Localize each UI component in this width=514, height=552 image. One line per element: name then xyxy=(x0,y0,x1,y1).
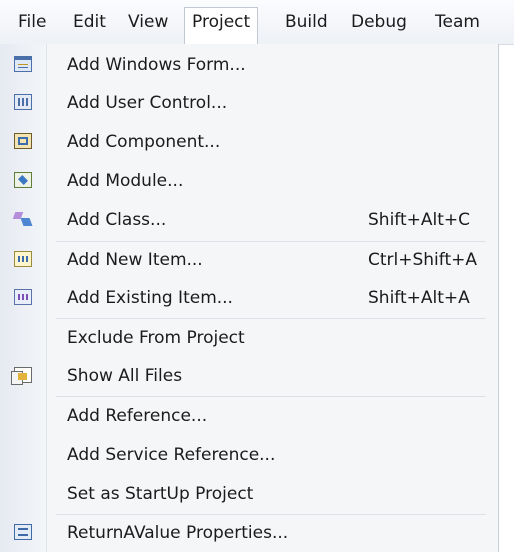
menu-item-add-class[interactable]: Add Class... Shift+Alt+C xyxy=(0,201,498,239)
menu-view[interactable]: View xyxy=(121,7,175,37)
menu-item-label: ReturnAValue Properties... xyxy=(67,523,289,543)
menu-bar: File Edit View Project Build Debug Team xyxy=(0,0,514,45)
menu-edit[interactable]: Edit xyxy=(66,7,113,37)
menu-item-label: Add Reference... xyxy=(67,406,208,426)
menu-item-label: Add Component... xyxy=(67,132,221,152)
menu-item-label: Add Windows Form... xyxy=(67,55,246,75)
menu-item-show-all-files[interactable]: Show All Files xyxy=(0,357,498,395)
menu-item-shortcut: Shift+Alt+C xyxy=(368,210,471,230)
menu-item-label: Exclude From Project xyxy=(67,328,245,348)
existing-item-icon xyxy=(14,289,32,305)
menu-item-add-user-control[interactable]: Add User Control... xyxy=(0,84,498,122)
menu-team[interactable]: Team xyxy=(428,7,487,37)
new-item-icon xyxy=(14,251,32,267)
menu-item-project-properties[interactable]: ReturnAValue Properties... xyxy=(0,514,498,552)
menu-item-add-module[interactable]: Add Module... xyxy=(0,162,498,200)
menu-item-add-windows-form[interactable]: Add Windows Form... xyxy=(0,46,498,84)
menu-item-shortcut: Shift+Alt+A xyxy=(368,288,470,308)
menu-project[interactable]: Project xyxy=(184,7,259,45)
show-all-files-icon xyxy=(11,367,32,385)
menu-file[interactable]: File xyxy=(11,7,53,37)
class-icon xyxy=(14,211,32,227)
project-menu-dropdown: Add Windows Form... Add User Control... … xyxy=(0,44,499,552)
menu-item-label: Add Service Reference... xyxy=(67,445,276,465)
menu-item-add-new-item[interactable]: Add New Item... Ctrl+Shift+A xyxy=(0,241,498,279)
menu-build[interactable]: Build xyxy=(278,7,335,37)
windows-form-icon xyxy=(14,56,32,72)
menu-item-label: Add Existing Item... xyxy=(67,288,233,308)
menu-item-set-as-startup-project[interactable]: Set as StartUp Project xyxy=(0,475,498,513)
menu-item-shortcut: Ctrl+Shift+A xyxy=(368,250,478,270)
menu-item-label: Show All Files xyxy=(67,366,183,386)
properties-icon xyxy=(14,524,32,540)
menu-item-add-service-reference[interactable]: Add Service Reference... xyxy=(0,436,498,474)
menu-item-label: Set as StartUp Project xyxy=(67,484,254,504)
menu-item-label: Add New Item... xyxy=(67,250,203,270)
menu-item-label: Add Class... xyxy=(67,210,167,230)
menu-item-add-reference[interactable]: Add Reference... xyxy=(0,397,498,435)
user-control-icon xyxy=(14,94,32,110)
module-icon xyxy=(14,172,32,188)
menu-item-label: Add Module... xyxy=(67,171,184,191)
menu-item-label: Add User Control... xyxy=(67,93,228,113)
menu-item-add-existing-item[interactable]: Add Existing Item... Shift+Alt+A xyxy=(0,279,498,317)
component-icon xyxy=(14,133,32,149)
menu-item-exclude-from-project[interactable]: Exclude From Project xyxy=(0,319,498,357)
menu-debug[interactable]: Debug xyxy=(344,7,414,37)
menu-item-add-component[interactable]: Add Component... xyxy=(0,123,498,161)
